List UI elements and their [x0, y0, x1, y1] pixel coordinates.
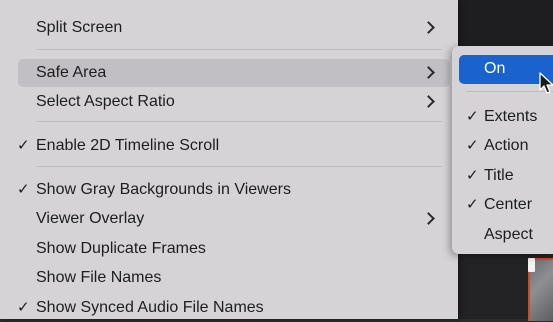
playhead-marker [528, 258, 535, 272]
submenu-item-extents[interactable]: ✓ Extents [452, 103, 553, 131]
submenu-item-label: On [484, 60, 506, 77]
mouse-pointer-icon [539, 72, 553, 94]
menu-item-show-gray-backgrounds[interactable]: ✓ Show Gray Backgrounds in Viewers [0, 176, 458, 204]
menu-item-show-file-names[interactable]: Show File Names [0, 264, 458, 292]
menu-item-label: Select Aspect Ratio [36, 93, 175, 110]
checkmark-icon: ✓ [466, 108, 479, 125]
menu-item-safe-area[interactable]: Safe Area [18, 59, 450, 87]
checkmark-icon: ✓ [466, 167, 479, 184]
submenu-item-action[interactable]: ✓ Action [452, 132, 553, 160]
menu-item-label: Safe Area [36, 64, 107, 81]
submenu-item-aspect[interactable]: Aspect [452, 221, 553, 249]
chevron-right-icon [422, 21, 435, 34]
checkmark-icon: ✓ [17, 181, 30, 198]
menu-item-label: Show Synced Audio File Names [36, 299, 264, 316]
menu-item-split-screen[interactable]: Split Screen [0, 14, 458, 42]
menu-item-show-synced-audio-file-names[interactable]: ✓ Show Synced Audio File Names [0, 294, 458, 322]
menu-separator [36, 49, 442, 50]
submenu-item-label: Action [484, 137, 529, 154]
checkmark-icon: ✓ [17, 299, 30, 316]
menu-separator [36, 121, 442, 122]
menu-separator [36, 166, 442, 167]
menu-item-select-aspect-ratio[interactable]: Select Aspect Ratio [0, 88, 458, 116]
chevron-right-icon [422, 66, 435, 79]
submenu-item-label: Aspect [484, 226, 533, 243]
submenu-item-title[interactable]: ✓ Title [452, 162, 553, 190]
menu-item-label: Show Gray Backgrounds in Viewers [36, 181, 291, 198]
submenu-item-label: Extents [484, 108, 538, 125]
menu-item-viewer-overlay[interactable]: Viewer Overlay [0, 205, 458, 233]
submenu-item-label: Center [484, 196, 533, 213]
safe-area-submenu: On ✓ Extents ✓ Action ✓ Title ✓ Center A… [452, 46, 553, 254]
submenu-item-label: Title [484, 167, 514, 184]
chevron-right-icon [422, 212, 435, 225]
submenu-item-center[interactable]: ✓ Center [452, 191, 553, 219]
chevron-right-icon [422, 95, 435, 108]
menu-item-label: Show Duplicate Frames [36, 240, 206, 257]
menu-item-label: Viewer Overlay [36, 210, 145, 227]
checkmark-icon: ✓ [17, 137, 30, 154]
menu-item-enable-2d-timeline-scroll[interactable]: ✓ Enable 2D Timeline Scroll [0, 132, 458, 160]
menu-item-show-duplicate-frames[interactable]: Show Duplicate Frames [0, 235, 458, 263]
checkmark-icon: ✓ [466, 196, 479, 213]
menu-item-label: Enable 2D Timeline Scroll [36, 137, 220, 154]
checkmark-icon: ✓ [466, 137, 479, 154]
view-menu: Split Screen Safe Area Select Aspect Rat… [0, 0, 458, 319]
menu-item-label: Show File Names [36, 269, 162, 286]
menu-item-label: Split Screen [36, 19, 123, 36]
viewer-background [458, 0, 553, 46]
